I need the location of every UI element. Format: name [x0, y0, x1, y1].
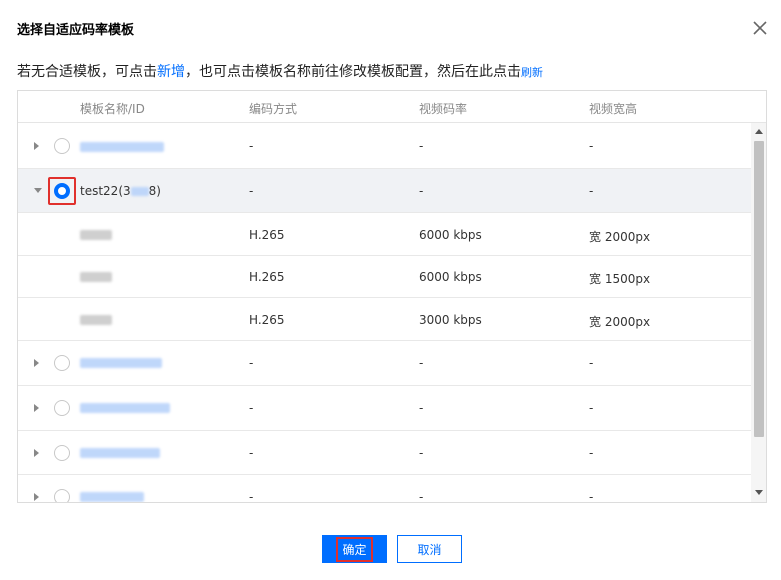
template-radio-checked[interactable]: [54, 183, 70, 199]
bitrate-cell: -: [419, 490, 424, 503]
bitrate-cell: 6000 kbps: [419, 270, 482, 284]
hint-prefix: 若无合适模板，可点击: [17, 64, 157, 80]
table-row[interactable]: - - -: [18, 124, 751, 169]
codec-cell: -: [249, 139, 254, 153]
dialog-title: 选择自适应码率模板: [17, 23, 135, 38]
collapse-caret-icon[interactable]: [34, 188, 42, 193]
codec-cell: -: [249, 184, 254, 198]
codec-cell: -: [249, 401, 254, 415]
bitrate-cell: -: [419, 401, 424, 415]
codec-cell: -: [249, 490, 254, 503]
template-radio[interactable]: [54, 489, 70, 502]
expand-caret-icon[interactable]: [34, 493, 39, 501]
table-header: 模板名称/ID 编码方式 视频码率 视频宽高: [18, 91, 766, 123]
table-row[interactable]: - - -: [18, 475, 751, 503]
selected-template-name-link[interactable]: test22(3 8): [80, 184, 161, 198]
confirm-button-label: 确定: [336, 536, 373, 562]
hint-middle: ，也可点击模板名称前往修改模板配置，然后在此点击: [185, 64, 521, 80]
redacted-rendition-name: [80, 230, 112, 240]
table-sub-row: H.265 3000 kbps 宽 2000px: [18, 298, 751, 341]
redacted-template-name[interactable]: [80, 142, 164, 152]
column-header-codec: 编码方式: [249, 102, 298, 116]
redacted-rendition-name: [80, 315, 112, 325]
bitrate-cell: 6000 kbps: [419, 228, 482, 242]
size-cell: -: [589, 184, 594, 198]
size-cell: -: [589, 139, 594, 153]
new-template-link[interactable]: 新增: [157, 64, 185, 80]
refresh-link[interactable]: 刷新: [521, 66, 543, 79]
expand-caret-icon[interactable]: [34, 142, 39, 150]
template-radio[interactable]: [54, 355, 70, 371]
codec-cell: H.265: [249, 228, 285, 242]
table-row[interactable]: - - -: [18, 341, 751, 386]
size-cell: 宽 2000px: [589, 315, 651, 329]
template-table: 模板名称/ID 编码方式 视频码率 视频宽高 - - - test22(3 8) …: [17, 90, 767, 503]
bitrate-cell: -: [419, 184, 424, 198]
codec-cell: -: [249, 356, 254, 370]
expand-caret-icon[interactable]: [34, 404, 39, 412]
close-icon[interactable]: [750, 18, 770, 38]
bitrate-cell: -: [419, 446, 424, 460]
codec-cell: H.265: [249, 270, 285, 284]
column-header-size: 视频宽高: [589, 102, 638, 116]
cancel-button[interactable]: 取消: [397, 535, 462, 563]
scroll-down-arrow-icon[interactable]: [755, 490, 763, 495]
scrollbar-thumb[interactable]: [754, 141, 764, 437]
expand-caret-icon[interactable]: [34, 359, 39, 367]
template-radio[interactable]: [54, 400, 70, 416]
table-row-selected[interactable]: test22(3 8) - - -: [18, 169, 751, 213]
template-radio[interactable]: [54, 445, 70, 461]
codec-cell: -: [249, 446, 254, 460]
codec-cell: H.265: [249, 313, 285, 327]
table-row[interactable]: - - -: [18, 431, 751, 475]
expand-caret-icon[interactable]: [34, 449, 39, 457]
size-cell: -: [589, 356, 594, 370]
template-radio[interactable]: [54, 138, 70, 154]
redacted-template-name[interactable]: [80, 358, 162, 368]
hint-text: 若无合适模板，可点击新增，也可点击模板名称前往修改模板配置，然后在此点击刷新: [17, 61, 543, 81]
redacted-template-name[interactable]: [80, 492, 144, 502]
template-name-end: 8): [148, 184, 161, 198]
size-cell: -: [589, 446, 594, 460]
redacted-rendition-name: [80, 272, 112, 282]
size-cell: 宽 2000px: [589, 230, 651, 244]
size-cell: -: [589, 401, 594, 415]
redacted-template-name[interactable]: [80, 448, 160, 458]
bitrate-cell: -: [419, 356, 424, 370]
template-name-start: test22(3: [80, 184, 131, 198]
table-sub-row: H.265 6000 kbps 宽 2000px: [18, 213, 751, 256]
size-cell: -: [589, 490, 594, 503]
table-sub-row: H.265 6000 kbps 宽 1500px: [18, 256, 751, 298]
size-cell: 宽 1500px: [589, 272, 651, 286]
select-template-dialog: 选择自适应码率模板 若无合适模板，可点击新增，也可点击模板名称前往修改模板配置，…: [0, 0, 781, 580]
redacted-template-name[interactable]: [80, 403, 170, 413]
bitrate-cell: 3000 kbps: [419, 313, 482, 327]
column-header-bitrate: 视频码率: [419, 102, 468, 116]
scroll-up-arrow-icon[interactable]: [755, 129, 763, 134]
redacted-template-id: [130, 187, 149, 196]
bitrate-cell: -: [419, 139, 424, 153]
table-row[interactable]: - - -: [18, 386, 751, 431]
confirm-button[interactable]: 确定: [322, 535, 387, 563]
column-header-name: 模板名称/ID: [80, 102, 145, 116]
